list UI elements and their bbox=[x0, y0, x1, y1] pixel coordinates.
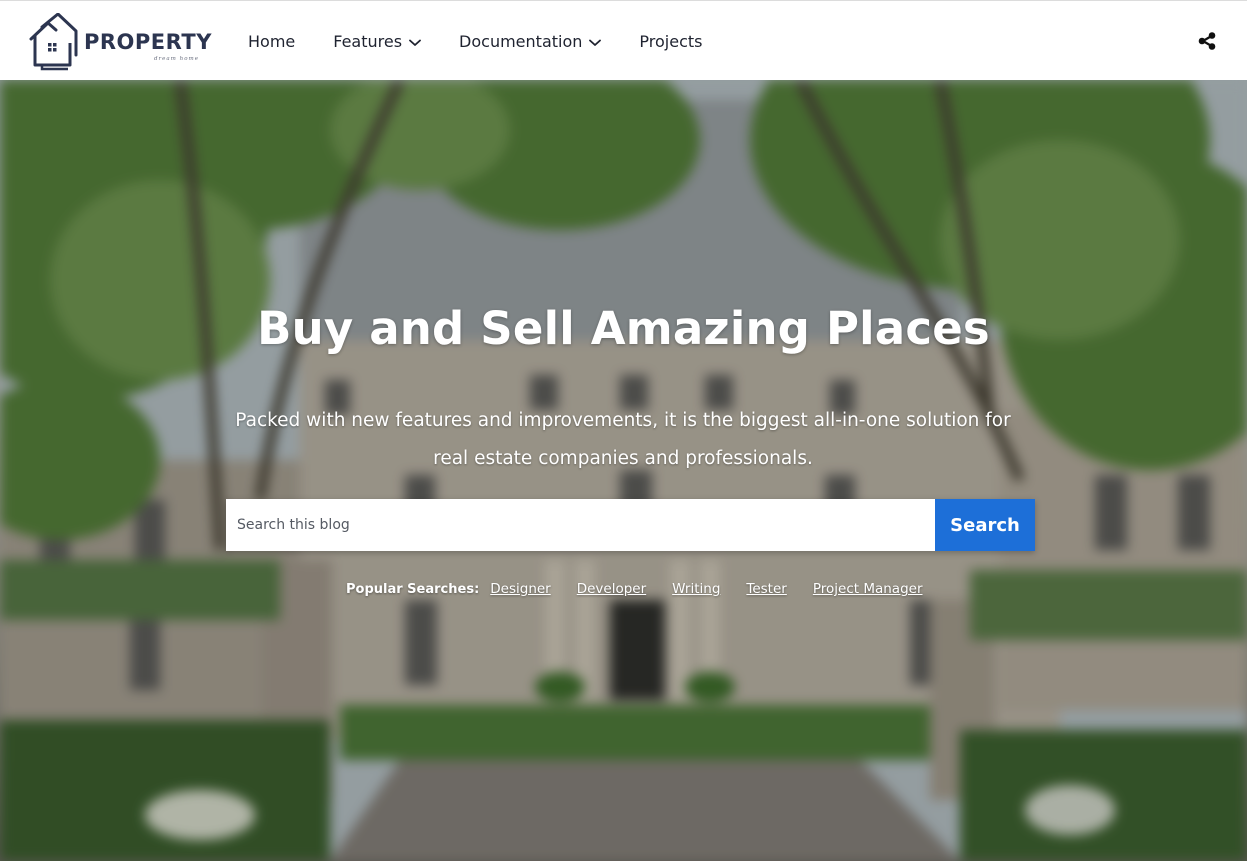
popular-link-designer[interactable]: Designer bbox=[490, 581, 550, 597]
popular-link-writing[interactable]: Writing bbox=[672, 581, 720, 597]
chevron-down-icon bbox=[589, 32, 602, 51]
popular-searches-label: Popular Searches: bbox=[346, 581, 480, 597]
chevron-down-icon bbox=[409, 32, 421, 51]
nav-documentation-label: Documentation bbox=[459, 31, 583, 51]
popular-link-developer[interactable]: Developer bbox=[577, 581, 646, 597]
nav-documentation[interactable]: Documentation bbox=[459, 31, 602, 51]
hero-section: Buy and Sell Amazing Places Packed with … bbox=[0, 80, 1247, 861]
logo-wordmark: PROPERTY bbox=[84, 30, 212, 54]
popular-searches: Popular Searches: Designer Developer Wri… bbox=[346, 579, 949, 599]
nav-home-label: Home bbox=[248, 31, 296, 51]
popular-link-tester[interactable]: Tester bbox=[746, 581, 786, 597]
nav-features[interactable]: Features bbox=[333, 32, 421, 51]
nav-features-label: Features bbox=[333, 31, 403, 51]
search-form: Search bbox=[226, 499, 1035, 551]
share-icon[interactable] bbox=[1197, 31, 1217, 51]
nav-projects[interactable]: Projects bbox=[639, 32, 702, 51]
hero-subtitle: Packed with new features and improvement… bbox=[235, 410, 1011, 469]
search-button[interactable]: Search bbox=[935, 499, 1035, 551]
main-nav: Home Features Documentation Projects bbox=[248, 1, 740, 81]
logo-text: PROPERTY dream home bbox=[84, 30, 212, 62]
hero-title: Buy and Sell Amazing Places bbox=[257, 302, 990, 355]
house-logo-icon bbox=[29, 13, 78, 71]
site-header: PROPERTY dream home Home Features Docume… bbox=[0, 0, 1247, 80]
popular-link-project-manager[interactable]: Project Manager bbox=[813, 581, 923, 597]
nav-home[interactable]: Home bbox=[248, 32, 295, 51]
logo[interactable]: PROPERTY dream home bbox=[28, 13, 211, 71]
search-input[interactable] bbox=[226, 499, 935, 551]
logo-tagline: dream home bbox=[154, 56, 199, 62]
nav-projects-label: Projects bbox=[639, 31, 703, 51]
